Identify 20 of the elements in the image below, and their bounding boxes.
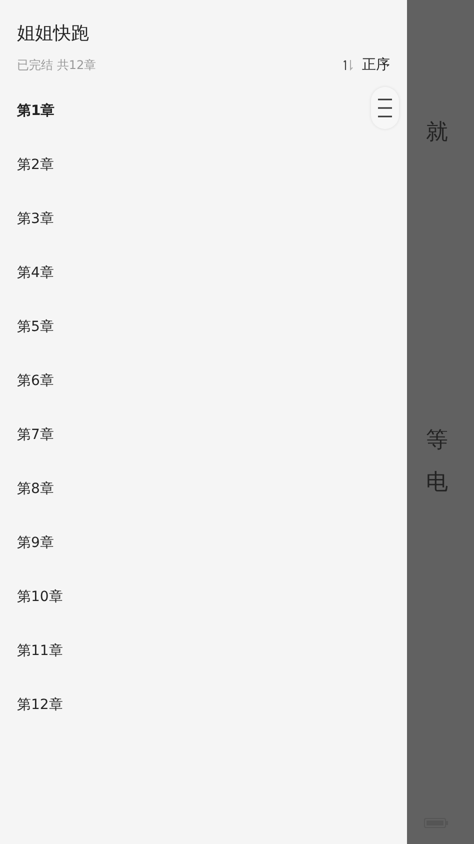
- chapter-item[interactable]: 第8章: [0, 462, 407, 516]
- page-text: 就: [426, 119, 448, 147]
- chapter-item[interactable]: 第11章: [0, 624, 407, 678]
- chapter-item[interactable]: 第4章: [0, 246, 407, 300]
- sort-button[interactable]: 正序: [342, 54, 390, 76]
- chapter-item[interactable]: 第5章: [0, 300, 407, 354]
- chapter-item[interactable]: 第6章: [0, 354, 407, 408]
- page-text: 等: [426, 427, 448, 455]
- chapter-item[interactable]: 第9章: [0, 516, 407, 570]
- page-text: 电: [426, 469, 448, 497]
- chapter-item[interactable]: 第12章: [0, 678, 407, 732]
- menu-icon: [377, 98, 393, 118]
- book-status: 已完结 共12章: [17, 57, 96, 74]
- book-title: 姐姐快跑: [16, 22, 90, 46]
- chapter-item[interactable]: 第10章: [0, 570, 407, 624]
- chapter-item[interactable]: 第1章: [0, 84, 407, 138]
- sort-icon: [342, 59, 354, 71]
- chapter-item[interactable]: 第3章: [0, 192, 407, 246]
- chapter-item[interactable]: 第7章: [0, 408, 407, 462]
- chapter-item[interactable]: 第2章: [0, 138, 407, 192]
